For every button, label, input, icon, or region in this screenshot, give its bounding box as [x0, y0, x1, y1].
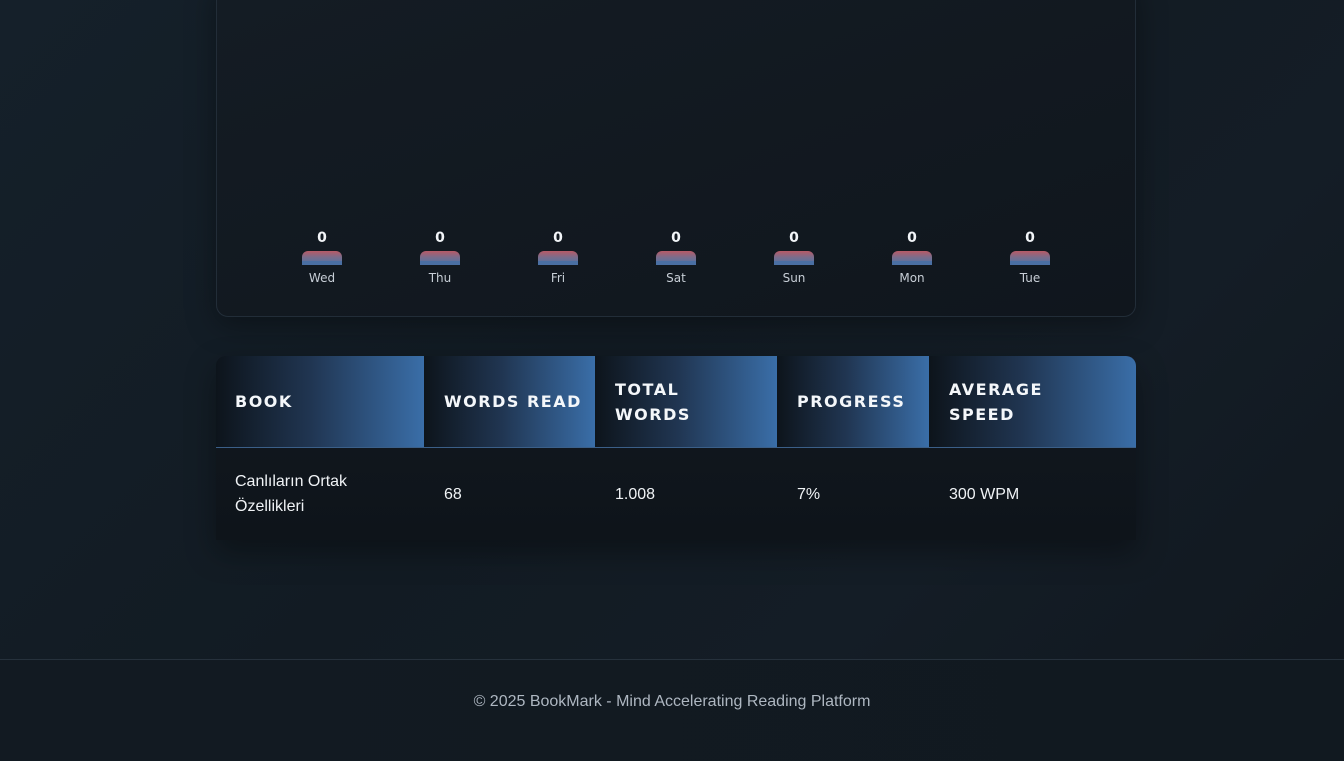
chart-bars: 0 Wed 0 Thu 0 Fri 0 Sat 0 Sun 0 Mon 0 Tue — [263, 229, 1089, 289]
chart-bar — [774, 251, 814, 265]
footer-copyright: © 2025 BookMark - Mind Accelerating Read… — [473, 693, 871, 710]
chart-day-sun: 0 Sun — [754, 229, 834, 285]
chart-day-label: Mon — [899, 271, 925, 285]
chart-day-mon: 0 Mon — [872, 229, 952, 285]
chart-day-label: Sun — [782, 271, 806, 285]
chart-bar — [420, 251, 460, 265]
header-average-speed: AVERAGE SPEED — [929, 356, 1136, 447]
chart-data-label: 0 — [671, 230, 681, 246]
header-total-words: TOTAL WORDS — [595, 356, 777, 447]
chart-bar — [1010, 251, 1050, 265]
chart-day-wed: 0 Wed — [282, 229, 362, 285]
chart-day-thu: 0 Thu — [400, 229, 480, 285]
chart-day-sat: 0 Sat — [636, 229, 716, 285]
header-words-read: WORDS READ — [424, 356, 595, 447]
cell-book: Canlıların Ortak Özellikleri — [235, 473, 348, 515]
chart-data-label: 0 — [907, 230, 917, 246]
page: 0 Wed 0 Thu 0 Fri 0 Sat 0 Sun 0 Mon 0 Tue BOOK WORDS … — [0, 0, 1344, 761]
chart-day-label: Wed — [308, 271, 336, 285]
reading-stats-table: BOOK WORDS READ TOTAL WORDS PROGRESS AVE… — [216, 356, 1136, 540]
chart-bar — [302, 251, 342, 265]
chart-data-label: 0 — [317, 230, 327, 246]
chart-day-tue: 0 Tue — [990, 229, 1070, 285]
chart-data-label: 0 — [435, 230, 445, 246]
table-row: Canlıların Ortak Özellikleri 68 1.008 7%… — [216, 448, 1136, 540]
cell-average-speed: 300 WPM — [949, 485, 1020, 503]
header-book: BOOK — [216, 356, 424, 447]
chart-day-label: Thu — [428, 271, 452, 285]
chart-day-label: Fri — [550, 271, 566, 285]
table-header-row: BOOK WORDS READ TOTAL WORDS PROGRESS AVE… — [216, 356, 1136, 448]
chart-day-fri: 0 Fri — [518, 229, 598, 285]
footer: © 2025 BookMark - Mind Accelerating Read… — [0, 659, 1344, 761]
chart-bar — [538, 251, 578, 265]
cell-words-read: 68 — [444, 485, 462, 503]
chart-data-label: 0 — [553, 230, 563, 246]
header-progress: PROGRESS — [777, 356, 929, 447]
chart-day-label: Sat — [666, 271, 686, 285]
chart-bar — [892, 251, 932, 265]
weekly-reading-chart: 0 Wed 0 Thu 0 Fri 0 Sat 0 Sun 0 Mon 0 Tue — [216, 0, 1136, 317]
chart-day-label: Tue — [1019, 271, 1041, 285]
cell-progress: 7% — [797, 485, 821, 503]
chart-data-label: 0 — [1025, 230, 1035, 246]
cell-total-words: 1.008 — [615, 485, 656, 503]
chart-data-label: 0 — [789, 230, 799, 246]
chart-bar — [656, 251, 696, 265]
